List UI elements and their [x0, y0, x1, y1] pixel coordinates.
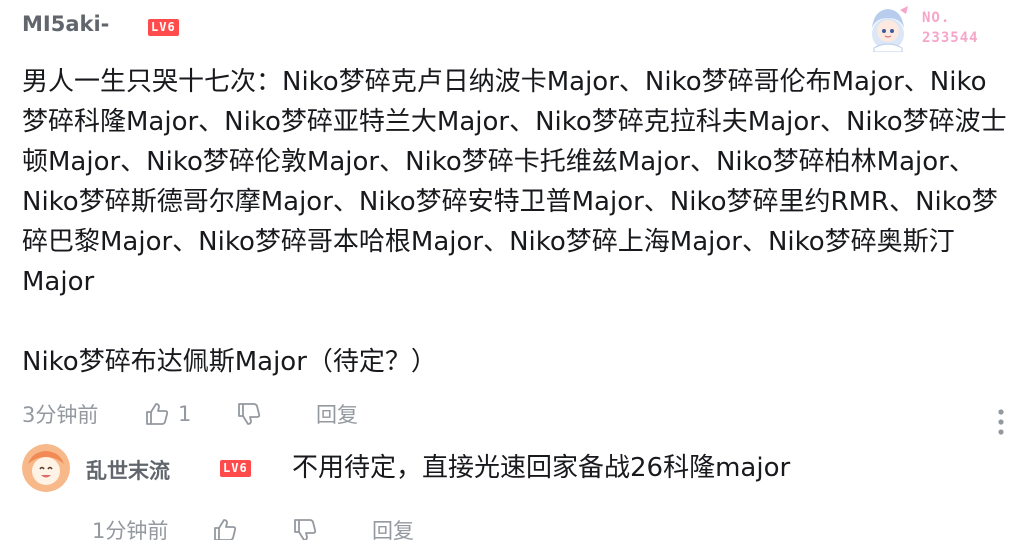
comment-username[interactable]: MI5aki-	[22, 12, 109, 36]
reply-like-button[interactable]	[212, 517, 292, 540]
like-count: 1	[178, 402, 192, 426]
fan-badge-id: 233544	[922, 30, 979, 46]
thumbs-up-icon	[144, 401, 170, 427]
reply-time: 1分钟前	[92, 519, 169, 540]
reply-username[interactable]: 乱世末流	[86, 455, 170, 485]
comment-time: 3分钟前	[22, 403, 99, 427]
comment-thread: MI5aki- LV6 NO. 233544 男人一生只哭十七次：Niko梦碎克…	[0, 0, 1018, 540]
fan-badge-number: NO. 233544	[922, 8, 979, 48]
thumbs-up-icon	[212, 517, 292, 540]
thumbs-down-icon	[292, 517, 372, 540]
comment-meta: 3分钟前 1 回复	[22, 394, 358, 434]
reply-level-badge: LV6	[220, 460, 251, 477]
comment-text-tail: Niko梦碎布达佩斯Major（待定？）	[22, 347, 437, 377]
dislike-button[interactable]	[236, 401, 316, 427]
reply-reply-button[interactable]: 回复	[372, 515, 414, 540]
reply-dislike-button[interactable]	[292, 517, 372, 540]
fan-badge-avatar[interactable]	[864, 4, 912, 52]
thumbs-down-icon	[236, 401, 316, 427]
level-badge: LV6	[148, 19, 179, 36]
like-button[interactable]: 1	[144, 401, 236, 427]
reply-avatar[interactable]	[22, 444, 70, 492]
reply-button[interactable]: 回复	[316, 399, 358, 429]
vertical-ellipsis-icon[interactable]	[994, 406, 1008, 440]
comment-text: 男人一生只哭十七次：Niko梦碎克卢日纳波卡Major、Niko梦碎哥伦布Maj…	[22, 67, 1007, 297]
fan-badge-label: NO.	[922, 10, 951, 26]
reply-meta: 1分钟前 回复	[92, 510, 414, 540]
reply-text: 不用待定，直接光速回家备战26科隆major	[292, 453, 791, 483]
